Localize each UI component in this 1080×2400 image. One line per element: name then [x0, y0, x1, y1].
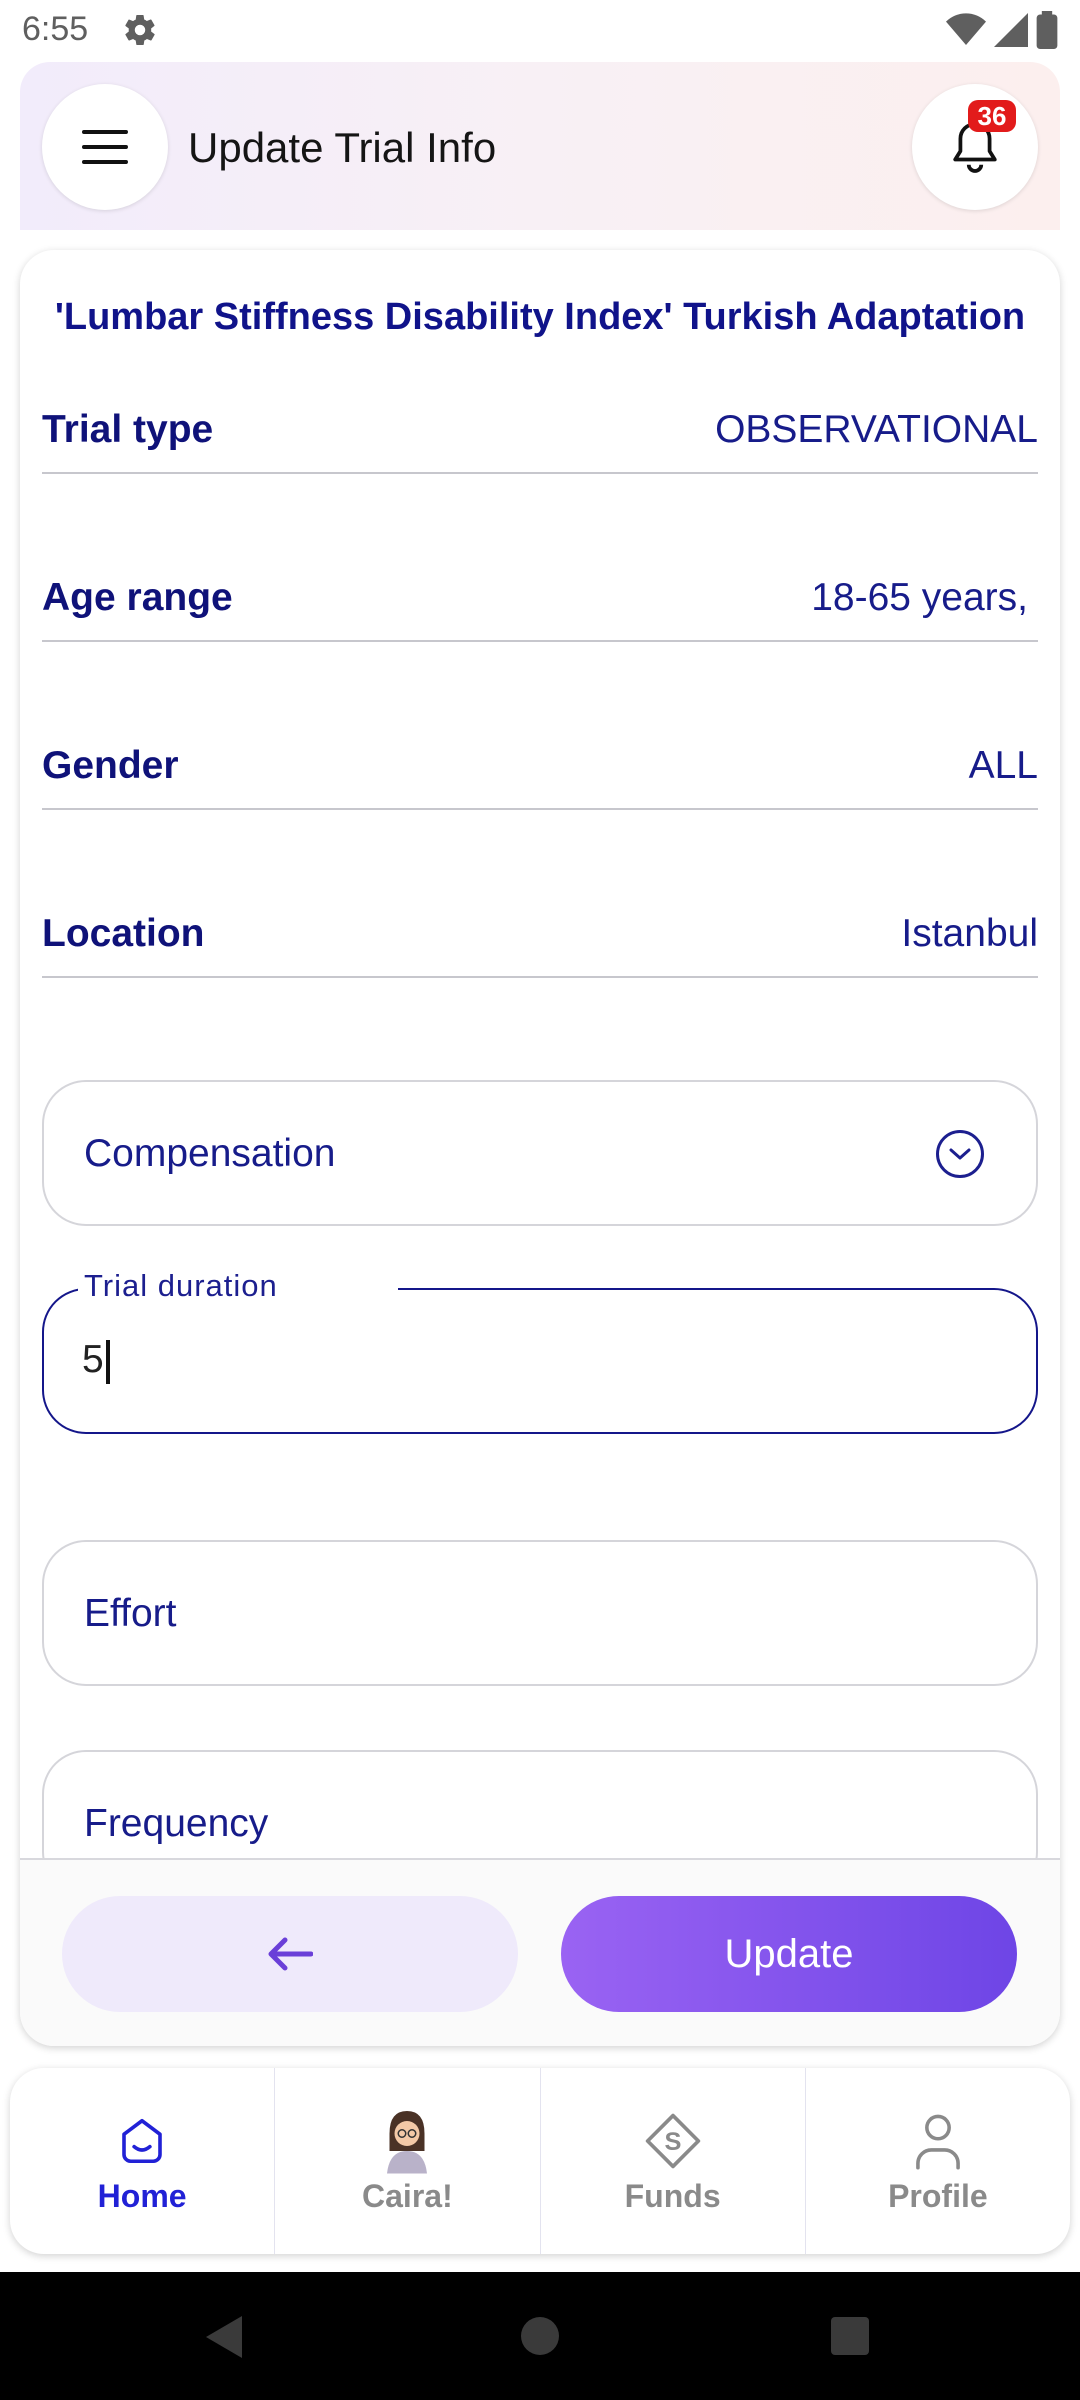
- home-icon: [115, 2108, 169, 2174]
- location-value: Istanbul: [901, 912, 1038, 955]
- signal-icon: [994, 13, 1028, 47]
- status-time: 6:55: [22, 10, 89, 48]
- compensation-dropdown[interactable]: Compensation: [42, 1080, 1038, 1226]
- compensation-label: Compensation: [84, 1132, 336, 1175]
- svg-text:S: S: [664, 2128, 681, 2156]
- tab-caira[interactable]: Caira!: [275, 2068, 541, 2254]
- effort-placeholder: Effort: [84, 1592, 177, 1635]
- arrow-left-icon: [268, 1937, 313, 1971]
- gender-row: Gender ALL: [42, 736, 1038, 810]
- menu-button[interactable]: [42, 84, 168, 210]
- trial-duration-input[interactable]: [42, 1288, 1038, 1434]
- trial-duration-label: Trial duration: [78, 1268, 398, 1304]
- update-button[interactable]: Update: [561, 1896, 1017, 2012]
- trial-info-card: 'Lumbar Stiffness Disability Index' Turk…: [20, 250, 1060, 2046]
- tab-profile[interactable]: Profile: [806, 2068, 1070, 2254]
- trial-duration-value: 5: [82, 1338, 104, 1381]
- page-title: Update Trial Info: [188, 124, 497, 171]
- wifi-icon: [946, 13, 986, 45]
- gender-label: Gender: [42, 744, 179, 787]
- settings-gear-icon: [125, 14, 155, 46]
- tab-caira-label: Caira!: [362, 2177, 453, 2214]
- trial-type-row: Trial type OBSERVATIONAL: [42, 400, 1038, 474]
- tab-funds[interactable]: S Funds: [541, 2068, 806, 2254]
- age-range-label: Age range: [42, 576, 233, 619]
- status-icons: [946, 10, 1058, 50]
- system-nav-bar: [0, 2272, 1080, 2400]
- tab-profile-label: Profile: [888, 2177, 988, 2214]
- caira-avatar: [382, 2108, 432, 2174]
- profile-icon: [913, 2108, 963, 2174]
- action-bar: Update: [20, 1858, 1060, 2046]
- age-range-row: Age range 18-65 years,: [42, 568, 1038, 642]
- trial-title: 'Lumbar Stiffness Disability Index' Turk…: [54, 296, 1026, 338]
- nav-home-icon[interactable]: [520, 2316, 560, 2356]
- battery-icon: [1036, 11, 1058, 49]
- text-cursor: [105, 1339, 110, 1384]
- notification-count-badge: 36: [968, 100, 1016, 132]
- app-header: Update Trial Info 36: [20, 62, 1060, 230]
- gender-value: ALL: [968, 744, 1038, 787]
- nav-back-icon[interactable]: [204, 2314, 244, 2360]
- status-bar: 6:55: [0, 0, 1080, 62]
- back-button[interactable]: [62, 1896, 518, 2012]
- bottom-tab-bar: Home Caira! S Funds Profile: [10, 2068, 1070, 2254]
- tab-home[interactable]: Home: [10, 2068, 276, 2254]
- notifications-button[interactable]: 36: [912, 84, 1038, 210]
- age-range-value: 18-65 years,: [811, 576, 1028, 619]
- hamburger-menu-icon: [82, 130, 128, 164]
- frequency-placeholder: Frequency: [84, 1802, 269, 1845]
- trial-type-value: OBSERVATIONAL: [715, 408, 1038, 451]
- location-label: Location: [42, 912, 205, 955]
- effort-field[interactable]: Effort: [42, 1540, 1038, 1686]
- nav-recents-icon[interactable]: [830, 2316, 870, 2356]
- trial-type-label: Trial type: [42, 408, 214, 451]
- tab-home-label: Home: [97, 2177, 187, 2214]
- funds-icon: S: [643, 2108, 703, 2174]
- location-row: Location Istanbul: [42, 904, 1038, 978]
- chevron-down-icon: [936, 1130, 984, 1178]
- trial-duration-value-wrap: 5: [82, 1338, 110, 1384]
- tab-funds-label: Funds: [624, 2177, 721, 2214]
